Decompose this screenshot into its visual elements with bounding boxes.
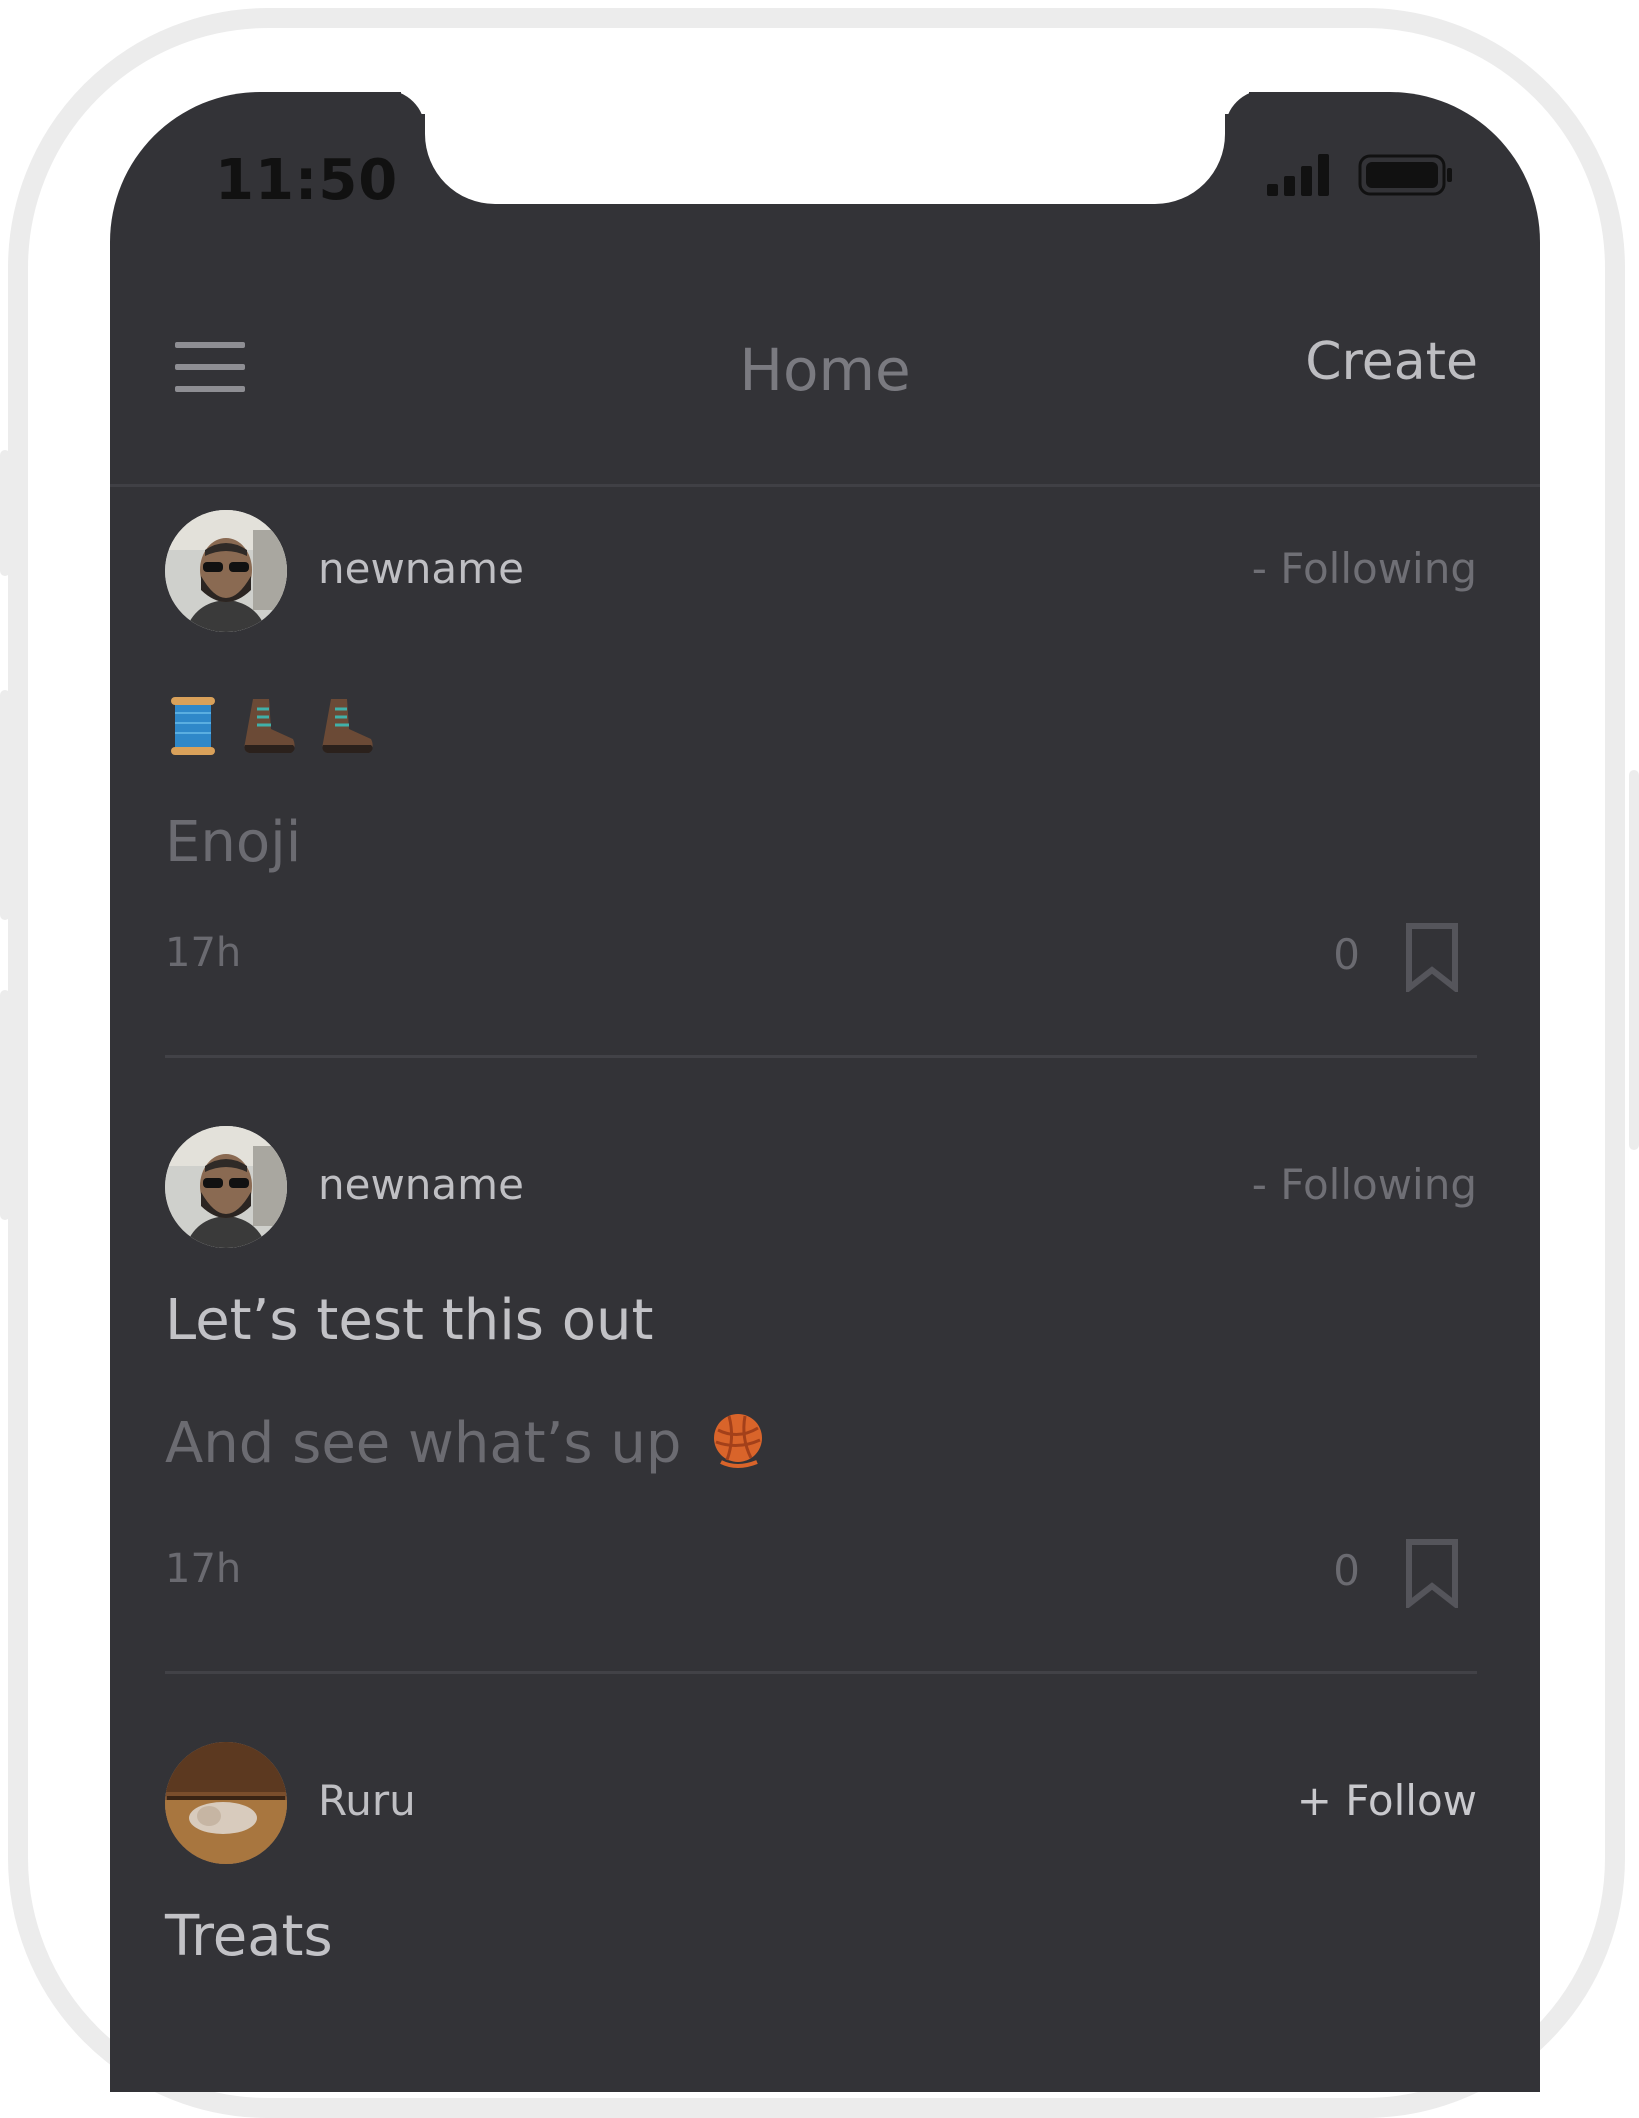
post-header: Ruru + Follow xyxy=(165,1742,1477,1866)
follow-status[interactable]: - Following xyxy=(1252,544,1477,593)
follow-status[interactable]: - Following xyxy=(1252,1160,1477,1209)
hiking-boot-emoji xyxy=(322,699,373,753)
side-button-left-2 xyxy=(0,690,10,920)
feed-post[interactable]: Ruru + Follow Treats xyxy=(165,1742,1477,2082)
spool-of-thread-emoji xyxy=(171,697,215,755)
post-title: Let’s test this out xyxy=(165,1288,654,1353)
post-title: Treats xyxy=(165,1904,333,1969)
hiking-boot-emoji xyxy=(244,699,295,753)
device-notch xyxy=(425,92,1225,204)
avatar[interactable] xyxy=(165,510,287,632)
hamburger-menu-icon[interactable] xyxy=(175,342,245,394)
save-count: 0 xyxy=(1333,1546,1360,1595)
post-header: newname - Following xyxy=(165,510,1477,634)
username[interactable]: newname xyxy=(318,1160,524,1209)
create-button[interactable]: Create xyxy=(1305,332,1478,392)
pet-photo-icon xyxy=(165,1742,287,1864)
user-photo-icon xyxy=(165,510,287,632)
username[interactable]: Ruru xyxy=(318,1776,416,1825)
signal-bars-icon xyxy=(1267,154,1329,196)
status-time: 11:50 xyxy=(215,148,399,213)
avatar[interactable] xyxy=(165,1126,287,1248)
post-time: 17h xyxy=(165,1546,242,1592)
ball-of-yarn-emoji xyxy=(714,1413,763,1468)
feed-post[interactable]: newname - Following Let’s test this out … xyxy=(165,1126,1477,1686)
avatar[interactable] xyxy=(165,1742,287,1864)
side-button-left-1 xyxy=(0,450,10,576)
nav-bar: Home Create xyxy=(110,322,1540,416)
feed-post[interactable]: newname - Following Enoji 17h 0 xyxy=(165,510,1477,1070)
post-body: Enoji xyxy=(165,810,302,875)
bookmark-icon[interactable] xyxy=(1404,1538,1460,1608)
username[interactable]: newname xyxy=(318,544,524,593)
app-screen: 11:50 Home Create newname - Following En… xyxy=(110,92,1540,2092)
post-time: 17h xyxy=(165,930,242,976)
post-divider xyxy=(165,1671,1477,1674)
post-body: And see what’s up xyxy=(165,1411,769,1476)
battery-full-icon xyxy=(1358,154,1452,196)
post-body-text: And see what’s up xyxy=(165,1411,682,1476)
side-button-right xyxy=(1629,770,1639,1150)
follow-button[interactable]: + Follow xyxy=(1297,1776,1477,1825)
bookmark-icon[interactable] xyxy=(1404,922,1460,992)
nav-divider xyxy=(110,484,1540,487)
side-button-left-3 xyxy=(0,990,10,1220)
save-count: 0 xyxy=(1333,930,1360,979)
user-photo-icon xyxy=(165,1126,287,1248)
post-divider xyxy=(165,1055,1477,1058)
post-emoji-line xyxy=(165,695,377,757)
post-header: newname - Following xyxy=(165,1126,1477,1250)
